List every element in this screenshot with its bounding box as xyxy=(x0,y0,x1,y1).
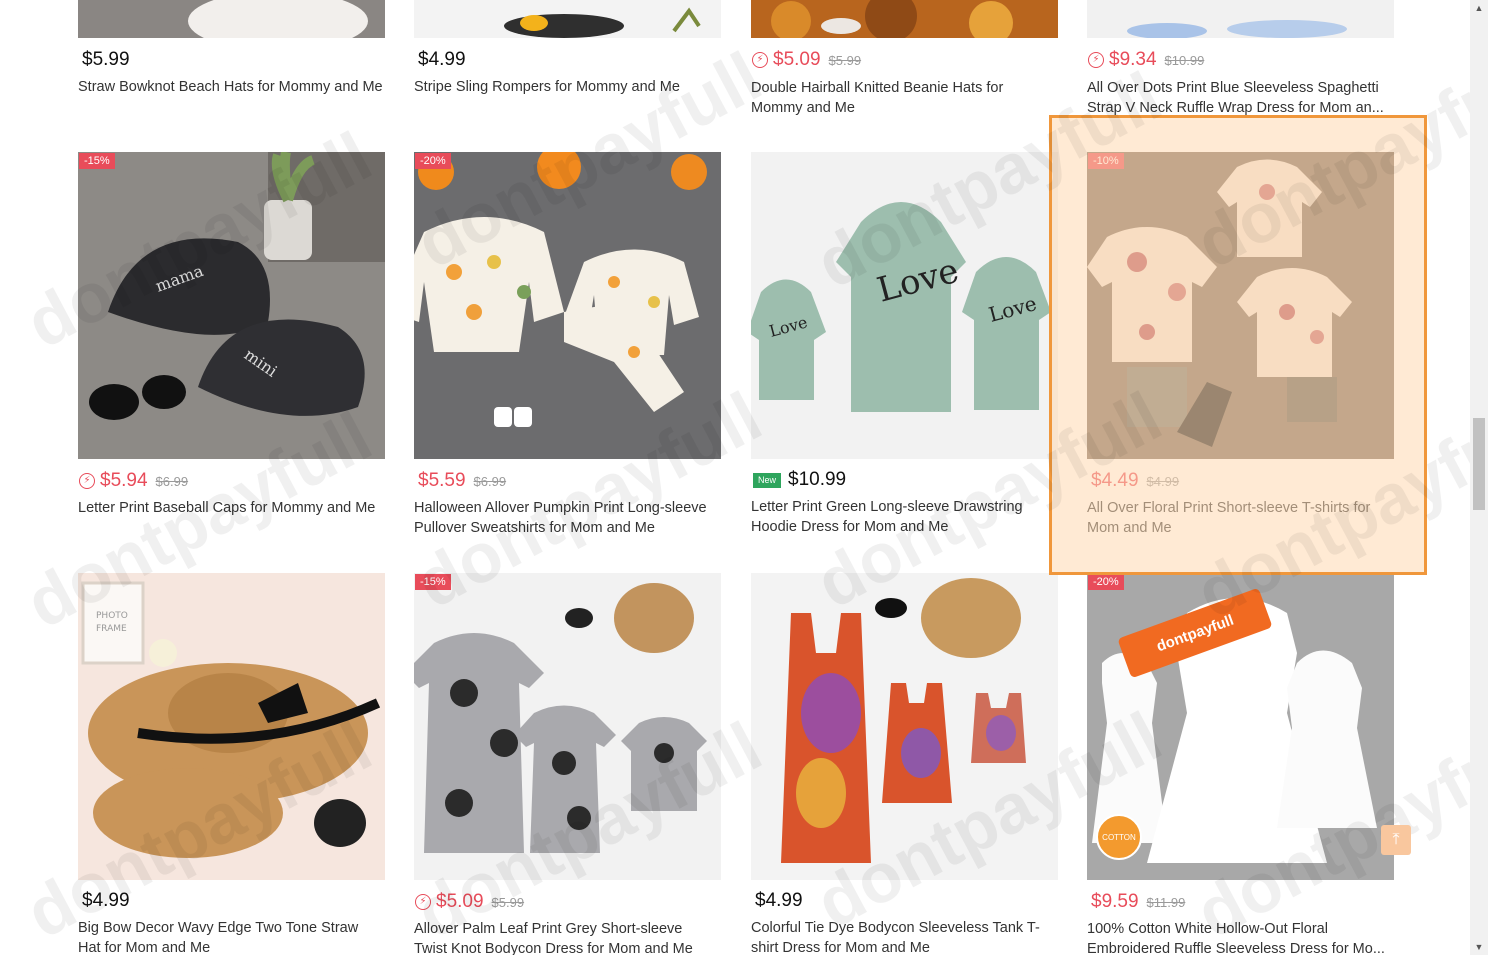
product-price: $10.99 xyxy=(788,469,847,490)
product-price: $4.99 xyxy=(418,49,466,70)
arrow-up-to-line-icon: ⤒ xyxy=(1392,831,1400,848)
product-price: $5.59 xyxy=(418,470,466,491)
product-image[interactable] xyxy=(751,0,1058,38)
discount-badge: -10% xyxy=(1088,153,1124,169)
product-image[interactable] xyxy=(1087,0,1394,38)
product-image[interactable]: -15% xyxy=(414,573,721,880)
original-price: $10.99 xyxy=(1164,52,1205,68)
product-grid-page: $5.99 Straw Bowknot Beach Hats for Mommy… xyxy=(0,0,1470,955)
product-price: $9.34 xyxy=(1109,49,1157,70)
price-row: New $10.99 xyxy=(751,468,846,492)
product-price: $4.99 xyxy=(755,890,803,911)
price-row: ⚡ $5.09 $5.99 xyxy=(751,48,861,72)
product-title[interactable]: Colorful Tie Dye Bodycon Sleeveless Tank… xyxy=(751,918,1056,955)
product-title[interactable]: Stripe Sling Rompers for Mommy and Me xyxy=(414,77,719,97)
original-price: $11.99 xyxy=(1146,894,1186,910)
product-title[interactable]: Allover Palm Leaf Print Grey Short-sleev… xyxy=(414,919,719,955)
discount-badge: -20% xyxy=(1088,574,1124,590)
price-row: $4.99 xyxy=(78,889,130,913)
product-title[interactable]: Halloween Allover Pumpkin Print Long-sle… xyxy=(414,498,719,538)
product-price: $4.99 xyxy=(82,890,130,911)
price-row: ⚡ $5.94 $6.99 xyxy=(78,469,188,493)
price-row: $4.99 xyxy=(751,889,803,913)
product-title[interactable]: Big Bow Decor Wavy Edge Two Tone Straw H… xyxy=(78,918,383,955)
product-title[interactable]: Letter Print Baseball Caps for Mommy and… xyxy=(78,498,383,518)
product-image[interactable] xyxy=(414,0,721,38)
product-image[interactable]: Love Love Love xyxy=(751,152,1058,459)
original-price: $6.99 xyxy=(473,473,507,489)
price-row: $5.99 xyxy=(78,48,130,72)
scroll-up-arrow-icon[interactable]: ▲ xyxy=(1470,0,1488,16)
flash-sale-icon: ⚡ xyxy=(79,473,95,489)
new-badge: New xyxy=(753,472,782,488)
flash-sale-icon: ⚡ xyxy=(415,894,431,910)
product-image[interactable]: mama mini -15% xyxy=(78,152,385,459)
discount-badge: -20% xyxy=(415,153,451,169)
original-price: $6.99 xyxy=(155,473,189,489)
product-title[interactable]: Straw Bowknot Beach Hats for Mommy and M… xyxy=(78,77,383,97)
flash-sale-icon: ⚡ xyxy=(1088,52,1104,68)
svg-text:FRAME: FRAME xyxy=(96,624,127,634)
discount-badge: -15% xyxy=(79,153,115,169)
product-image[interactable]: -20% xyxy=(414,152,721,459)
price-row: $9.59 $11.99 xyxy=(1087,890,1185,914)
original-price: $4.99 xyxy=(1146,473,1180,489)
product-title[interactable]: All Over Dots Print Blue Sleeveless Spag… xyxy=(1087,78,1392,118)
product-price: $5.94 xyxy=(100,470,148,491)
svg-text:PHOTO: PHOTO xyxy=(96,611,128,621)
product-price: $4.49 xyxy=(1091,470,1139,491)
back-to-top-button[interactable]: ⤒ xyxy=(1381,825,1411,855)
flash-sale-icon: ⚡ xyxy=(752,52,768,68)
product-image[interactable]: -10% xyxy=(1087,152,1394,459)
vertical-scrollbar[interactable]: ▲ ▼ xyxy=(1470,0,1488,955)
product-image[interactable]: PHOTO FRAME xyxy=(78,573,385,880)
price-row: $4.49 $4.99 xyxy=(1087,469,1179,493)
cotton-badge: COTTON xyxy=(1096,814,1142,860)
price-row: ⚡ $9.34 $10.99 xyxy=(1087,48,1204,72)
product-title[interactable]: Letter Print Green Long-sleeve Drawstrin… xyxy=(751,497,1056,537)
discount-badge: -15% xyxy=(415,574,451,590)
scroll-down-arrow-icon[interactable]: ▼ xyxy=(1470,939,1488,955)
product-price: $5.99 xyxy=(82,49,130,70)
product-title[interactable]: 100% Cotton White Hollow-Out Floral Embr… xyxy=(1087,919,1392,955)
product-price: $9.59 xyxy=(1091,891,1139,912)
original-price: $5.99 xyxy=(491,894,525,910)
price-row: $4.99 xyxy=(414,48,466,72)
product-image[interactable] xyxy=(78,0,385,38)
price-row: ⚡ $5.09 $5.99 xyxy=(414,890,524,914)
product-price: $5.09 xyxy=(773,49,821,70)
original-price: $5.99 xyxy=(828,52,862,68)
product-title[interactable]: Double Hairball Knitted Beanie Hats for … xyxy=(751,78,1056,118)
scrollbar-thumb[interactable] xyxy=(1473,418,1485,510)
product-price: $5.09 xyxy=(436,891,484,912)
product-title[interactable]: All Over Floral Print Short-sleeve T-shi… xyxy=(1087,498,1392,538)
product-image[interactable] xyxy=(751,573,1058,880)
price-row: $5.59 $6.99 xyxy=(414,469,506,493)
